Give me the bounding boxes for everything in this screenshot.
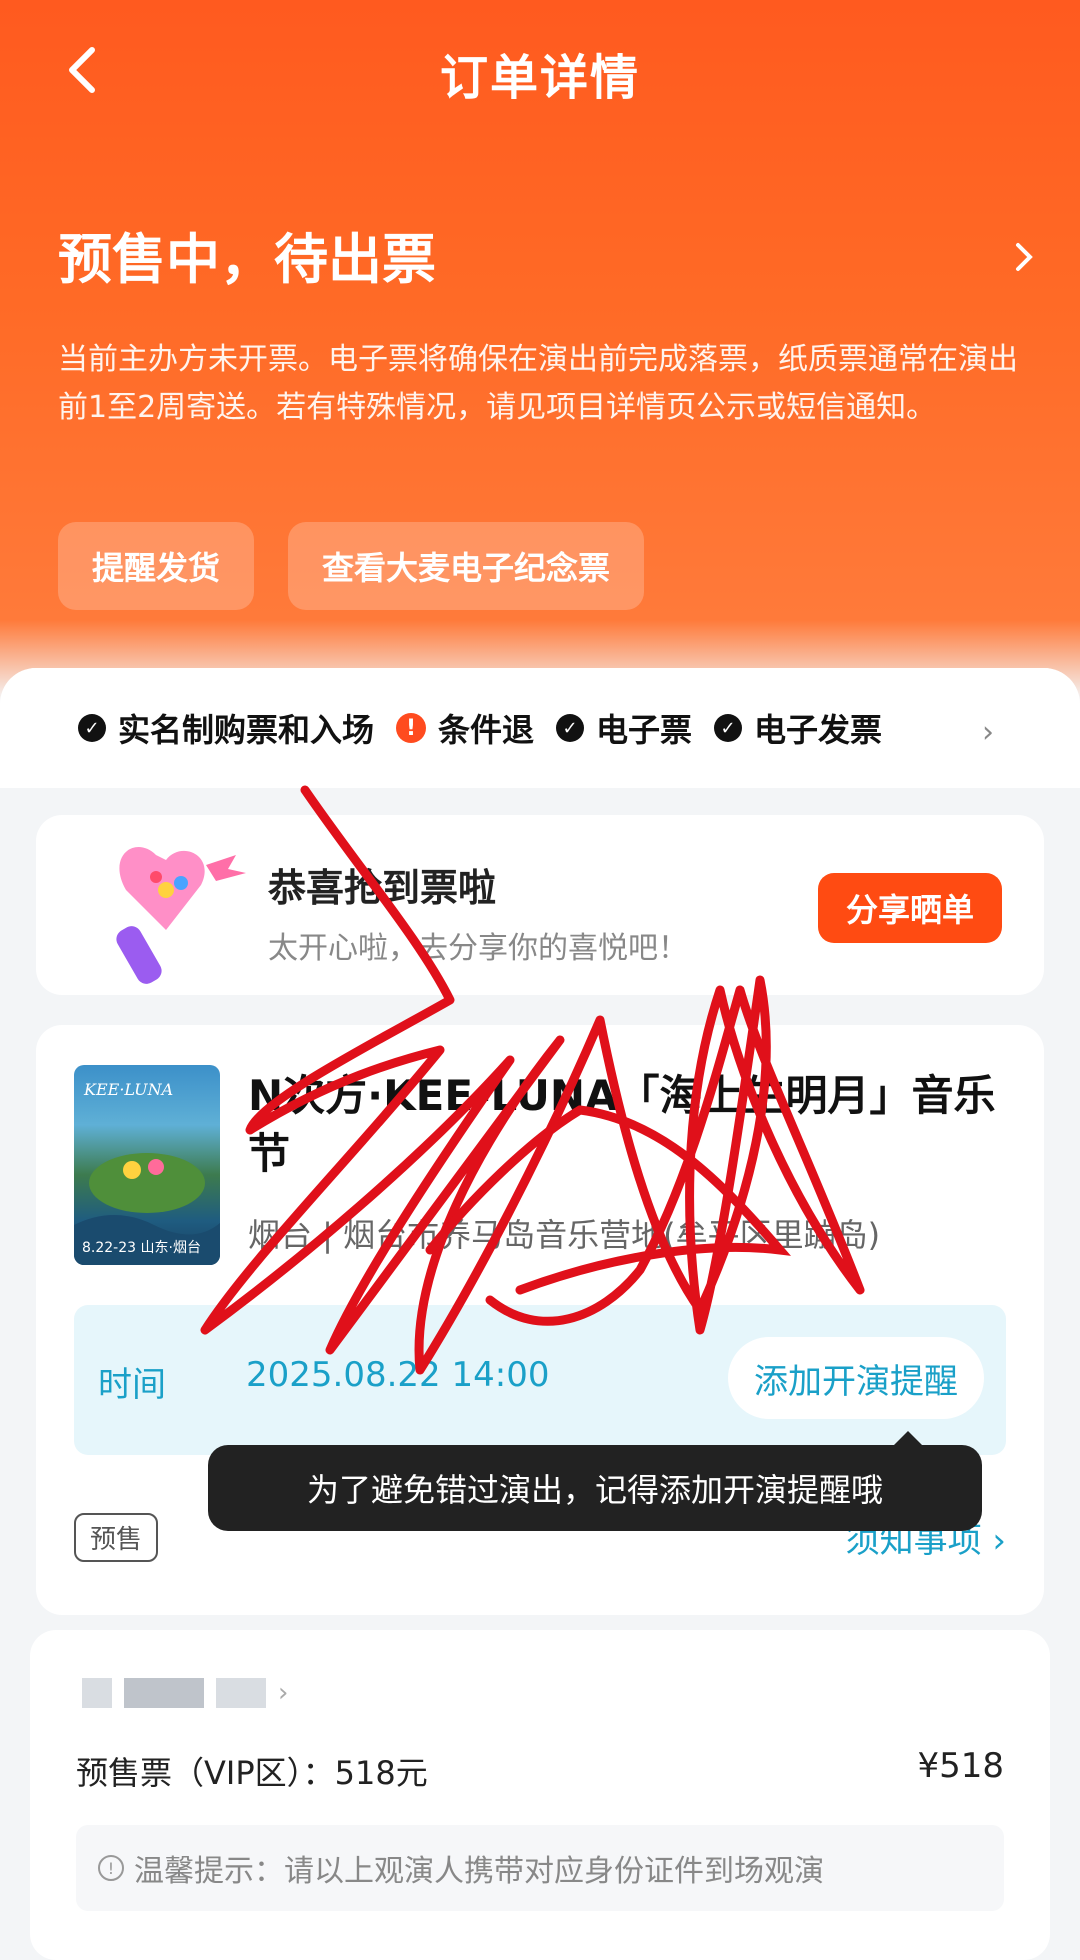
tip-text: 温馨提示：请以上观演人携带对应身份证件到场观演 xyxy=(134,1854,824,1889)
add-reminder-button[interactable]: 添加开演提醒 xyxy=(728,1337,984,1419)
tag-label: 实名制购票和入场 xyxy=(118,711,375,749)
presale-badge: 预售 xyxy=(74,1513,159,1562)
status-title: 预售中，待出票 xyxy=(58,228,436,291)
tip-box: ! 温馨提示：请以上观演人携带对应身份证件到场观演 xyxy=(76,1825,1004,1911)
tag-e-ticket: ✓ 电子票 xyxy=(556,705,692,751)
event-title: N次方·KEE-LUNA「海上生明月」音乐节 xyxy=(248,1071,996,1178)
svg-text:KEE·LUNA: KEE·LUNA xyxy=(83,1080,173,1099)
time-label: 时间 xyxy=(98,1365,166,1405)
status-description: 当前主办方未开票。电子票将确保在演出前完成落票，纸质票通常在演出前1至2周寄送。… xyxy=(58,342,1018,425)
page-title: 订单详情 xyxy=(439,50,640,106)
redacted-block xyxy=(82,1678,112,1708)
chevron-right-icon: › xyxy=(278,1678,289,1708)
info-icon: ! xyxy=(98,1855,124,1881)
ticket-card: › 预售票（VIP区）：518元 ¥518 ! 温馨提示：请以上观演人携带对应身… xyxy=(30,1630,1050,1960)
check-icon: ✓ xyxy=(78,714,106,742)
tag-label: 电子票 xyxy=(596,711,693,749)
tag-label: 条件退 xyxy=(438,711,535,749)
event-venue: 烟台 | 烟台市养马岛音乐营地(牟平区里蹦岛) xyxy=(248,1216,881,1254)
congrats-card: 恭喜抢到票啦 太开心啦，去分享你的喜悦吧！ 分享晒单 xyxy=(36,815,1044,995)
congrats-title: 恭喜抢到票啦 xyxy=(268,866,497,910)
poster-caption: 8.22-23 山东·烟台 xyxy=(82,1240,201,1256)
time-value: 2025.08.22 14:00 xyxy=(246,1355,550,1395)
chevron-right-icon xyxy=(1016,243,1033,271)
poster-art: KEE·LUNA xyxy=(74,1080,220,1265)
reminder-tooltip: 为了避免错过演出，记得添加开演提醒哦 xyxy=(208,1431,982,1531)
tag-e-invoice: ✓ 电子发票 xyxy=(714,705,882,751)
chevron-right-icon: › xyxy=(992,1521,1006,1561)
redacted-block xyxy=(216,1678,266,1708)
attendee-redacted[interactable]: › xyxy=(82,1678,288,1708)
view-e-ticket-button[interactable]: 查看大麦电子纪念票 xyxy=(288,522,645,610)
header: 订单详情 xyxy=(0,0,1080,150)
order-status[interactable]: 预售中，待出票 当前主办方未开票。电子票将确保在演出前完成落票，纸质票通常在演出… xyxy=(58,215,1038,432)
congrats-subtitle: 太开心啦，去分享你的喜悦吧！ xyxy=(268,931,688,966)
event-card[interactable]: KEE·LUNA 8.22-23 山东·烟台 N次方·KEE-LUNA「海上生明… xyxy=(36,1025,1044,1615)
tags-fade xyxy=(898,668,1018,788)
redacted-block xyxy=(124,1678,204,1708)
tag-refund: ! 条件退 xyxy=(396,705,534,751)
ticket-price: ¥518 xyxy=(917,1746,1004,1786)
ticket-type: 预售票（VIP区）：518元 xyxy=(76,1754,428,1792)
share-button[interactable]: 分享晒单 xyxy=(818,873,1002,943)
check-icon: ✓ xyxy=(714,714,743,742)
lightstick-icon xyxy=(116,847,246,984)
event-poster[interactable]: KEE·LUNA 8.22-23 山东·烟台 xyxy=(74,1065,220,1265)
warning-icon: ! xyxy=(396,713,427,743)
remind-ship-button[interactable]: 提醒发货 xyxy=(58,522,255,610)
status-actions: 提醒发货 查看大麦电子纪念票 xyxy=(58,522,645,610)
tag-real-name: ✓ 实名制购票和入场 xyxy=(78,705,374,751)
check-icon: ✓ xyxy=(556,714,585,742)
time-box: 时间 2025.08.22 14:00 添加开演提醒 xyxy=(74,1305,1006,1455)
chevron-right-icon[interactable]: › xyxy=(982,715,994,750)
tag-label: 电子发票 xyxy=(754,711,883,749)
